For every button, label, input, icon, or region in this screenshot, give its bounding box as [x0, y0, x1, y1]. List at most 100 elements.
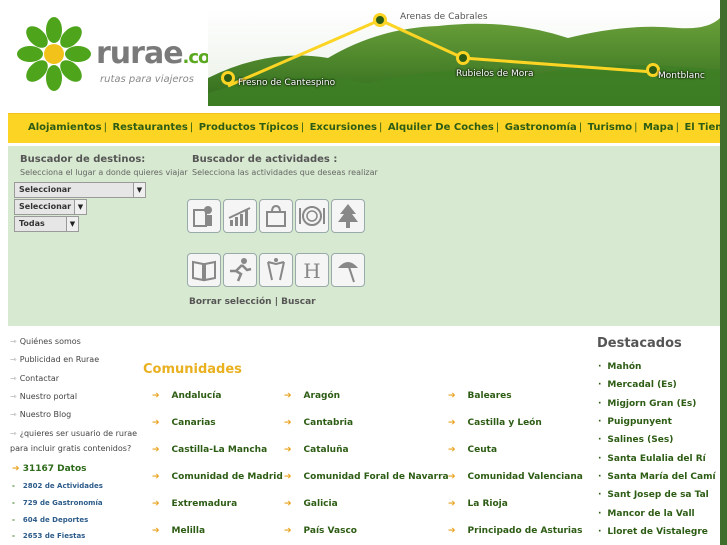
activity-reading-icon[interactable] — [187, 199, 221, 233]
featured-title: Destacados — [597, 336, 682, 351]
nav-item[interactable]: Restaurantes — [112, 122, 187, 133]
featured-item[interactable]: · Lloret de Vistalegre — [598, 527, 708, 537]
featured-item[interactable]: · Mancor de la Vall — [598, 509, 695, 519]
page-icon: ⇾ — [10, 337, 17, 346]
tagline: rutas para viajeros — [100, 74, 194, 85]
link-usuario[interactable]: ⇾ ¿quieres ser usuario de rurae — [10, 427, 137, 441]
link-nuestro-blog[interactable]: ⇾ Nuestro Blog — [10, 408, 71, 422]
activity-dining-icon[interactable] — [295, 199, 329, 233]
page-icon: ⇾ — [10, 392, 17, 401]
region-link[interactable]: ➔ Baleares — [448, 391, 512, 401]
nav-item[interactable]: Productos Típicos — [199, 122, 299, 133]
community-select[interactable]: Seleccionar ▼ — [14, 182, 146, 198]
activity-hotel-icon[interactable]: H — [295, 253, 329, 287]
chevron-down-icon: ▼ — [74, 200, 86, 214]
arrow-right-icon: ➔ — [284, 472, 292, 482]
main-nav: Alojamientos | Restaurantes | Productos Tí… — [8, 113, 727, 143]
featured-item[interactable]: · Puigpunyent — [598, 417, 672, 427]
region-link[interactable]: ➔ Castilla-La Mancha — [152, 445, 267, 455]
communities-title: Comunidades — [143, 362, 242, 377]
right-margin — [720, 0, 727, 545]
arrow-right-icon: ➔ — [12, 464, 20, 474]
stat-item[interactable]: -604 de Deportes — [12, 516, 88, 524]
arrow-right-icon: ➔ — [448, 418, 456, 428]
featured-item[interactable]: · Migjorn Gran (Es) — [598, 399, 696, 409]
region-link[interactable]: ➔ Canarias — [152, 418, 216, 428]
region-link[interactable]: ➔ País Vasco — [284, 526, 357, 536]
region-link[interactable]: ➔ Aragón — [284, 391, 340, 401]
region-link[interactable]: ➔ Cantabria — [284, 418, 353, 428]
activity-sports-icon[interactable] — [223, 253, 257, 287]
town-select[interactable]: Todas ▼ — [14, 216, 79, 232]
region-link[interactable]: ➔ Melilla — [152, 526, 205, 536]
arrow-right-icon: ➔ — [284, 499, 292, 509]
stat-item[interactable]: -2802 de Actividades — [12, 482, 103, 490]
region-link[interactable]: ➔ Comunidad de Madrid — [152, 472, 283, 482]
region-link[interactable]: ➔ Principado de Asturias — [448, 526, 582, 536]
activity-shopping-icon[interactable] — [259, 199, 293, 233]
communities-panel: Comunidades ➔ Andalucía ➔ Aragón ➔ Baleares… — [138, 330, 590, 545]
featured-panel: Destacados · Mahón · Mercadal (Es) · Migjor… — [590, 330, 720, 545]
nav-item[interactable]: Alquiler De Coches — [388, 122, 494, 133]
link-publicidad[interactable]: ⇾ Publicidad en Rurae — [10, 353, 99, 367]
stat-item[interactable]: -729 de Gastronomía — [12, 499, 103, 507]
featured-item[interactable]: · Sant Josep de sa Tal — [598, 490, 709, 500]
region-link[interactable]: ➔ La Rioja — [448, 499, 508, 509]
province-select[interactable]: Seleccionar ▼ — [14, 199, 87, 215]
link-nuestro-portal[interactable]: ⇾ Nuestro portal — [10, 390, 77, 404]
arrow-right-icon: ➔ — [152, 526, 160, 536]
destination-search-title: Buscador de destinos: — [20, 154, 146, 165]
search-button[interactable]: Buscar — [281, 297, 315, 307]
nav-item[interactable]: Mapa — [643, 122, 674, 133]
flower-logo-icon — [17, 17, 91, 91]
chevron-down-icon: ▼ — [66, 217, 78, 231]
route-place-label: Montblanc — [658, 71, 705, 81]
header: rurae.com rutas para viajeros Arenas de … — [8, 8, 720, 106]
arrow-right-icon: ➔ — [152, 391, 160, 401]
region-link[interactable]: ➔ Comunidad Valenciana — [448, 472, 583, 482]
link-contactar[interactable]: ⇾ Contactar — [10, 372, 59, 386]
activity-culture-icon[interactable] — [187, 253, 221, 287]
region-link[interactable]: ➔ Extremadura — [152, 499, 237, 509]
activity-beach-icon[interactable] — [331, 253, 365, 287]
region-link[interactable]: ➔ Ceuta — [448, 445, 497, 455]
arrow-right-icon: ➔ — [448, 445, 456, 455]
link-usuario-cont[interactable]: para incluir gratis contenidos? — [10, 442, 131, 456]
arrow-right-icon: ➔ — [284, 445, 292, 455]
nav-item[interactable]: Excursiones — [310, 122, 377, 133]
arrow-right-icon: ➔ — [152, 418, 160, 428]
search-panel: Buscador de destinos: Selecciona el luga… — [8, 146, 720, 326]
page: rurae.com rutas para viajeros Arenas de … — [0, 0, 727, 545]
activity-search-subtitle: Selecciona las actividades que deseas re… — [192, 168, 378, 177]
page-icon: ⇾ — [10, 374, 17, 383]
region-link[interactable]: ➔ Galicia — [284, 499, 338, 509]
featured-item[interactable]: · Mercadal (Es) — [598, 380, 677, 390]
nav-item[interactable]: Turismo — [588, 122, 632, 133]
activity-search-title: Buscador de actividades : — [192, 154, 338, 165]
arrow-right-icon: ➔ — [448, 499, 456, 509]
arrow-right-icon: ➔ — [448, 391, 456, 401]
route-hills-banner — [208, 8, 720, 106]
featured-item[interactable]: · Mahón — [598, 362, 641, 372]
left-margin — [0, 0, 8, 545]
region-link[interactable]: ➔ Andalucía — [152, 391, 221, 401]
nav-item[interactable]: Gastronomía — [505, 122, 577, 133]
clear-selection-button[interactable]: Borrar selección — [189, 297, 272, 307]
stat-item[interactable]: -2653 de Fiestas — [12, 532, 85, 540]
featured-item[interactable]: · Salines (Ses) — [598, 435, 673, 445]
featured-item[interactable]: · Santa María del Camí — [598, 472, 716, 482]
route-place-label: Arenas de Cabrales — [400, 12, 488, 22]
arrow-right-icon: ➔ — [448, 472, 456, 482]
route-place-label: Fresno de Cantespino — [238, 78, 336, 88]
region-link[interactable]: ➔ Cataluña — [284, 445, 349, 455]
route-place-label: Rubielos de Mora — [456, 69, 534, 79]
link-quienes-somos[interactable]: ⇾ Quiénes somos — [10, 335, 81, 349]
region-link[interactable]: ➔ Comunidad Foral de Navarra — [284, 472, 449, 482]
activity-chart-icon[interactable] — [223, 199, 257, 233]
activity-nature-icon[interactable] — [331, 199, 365, 233]
logo[interactable]: rurae.com rutas para viajeros — [16, 16, 228, 96]
nav-item[interactable]: Alojamientos — [28, 122, 102, 133]
region-link[interactable]: ➔ Castilla y León — [448, 418, 542, 428]
activity-festivities-icon[interactable] — [259, 253, 293, 287]
featured-item[interactable]: · Santa Eulalia del Rí — [598, 454, 706, 464]
